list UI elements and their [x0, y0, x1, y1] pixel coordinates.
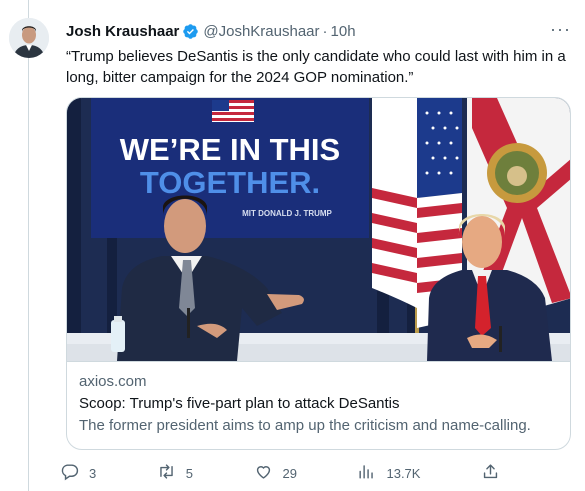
author-name[interactable]: Josh Kraushaar	[66, 23, 179, 40]
card-description: The former president aims to amp up the …	[79, 417, 531, 434]
tweet-header: Josh Kraushaar @JoshKraushaar · 10h ···	[66, 20, 571, 42]
banner-sub: MIT DONALD J. TRUMP	[242, 209, 332, 218]
retweet-icon	[157, 462, 176, 484]
retweet-button[interactable]: 5	[157, 462, 193, 484]
like-icon	[254, 462, 273, 484]
like-button[interactable]: 29	[254, 462, 297, 484]
tweet-text: “Trump believes DeSantis is the only can…	[66, 48, 566, 86]
card-image[interactable]: WE’RE IN THIS TOGETHER. MIT DONALD J. TR…	[67, 98, 570, 361]
avatar[interactable]	[9, 18, 49, 58]
card-domain: axios.com	[79, 373, 147, 390]
share-button[interactable]	[481, 462, 500, 484]
more-icon[interactable]: ···	[550, 20, 571, 38]
action-bar: 3 5 29 13.7K	[60, 460, 500, 486]
like-count: 29	[282, 465, 297, 481]
separator-dot: ·	[322, 22, 328, 40]
reply-button[interactable]: 3	[60, 462, 96, 484]
share-icon	[481, 462, 500, 484]
banner-line-2: TOGETHER.	[140, 165, 320, 200]
link-card[interactable]: WE’RE IN THIS TOGETHER. MIT DONALD J. TR…	[66, 97, 571, 450]
retweet-count: 5	[185, 465, 193, 481]
author-handle[interactable]: @JoshKraushaar	[203, 23, 319, 40]
tweet[interactable]: Josh Kraushaar @JoshKraushaar · 10h ··· …	[0, 0, 585, 491]
verified-badge-icon	[182, 23, 199, 40]
banner-line-1: WE’RE IN THIS	[120, 132, 340, 167]
views-button[interactable]: 13.7K	[357, 462, 420, 484]
reply-icon	[60, 462, 79, 484]
timestamp[interactable]: 10h	[331, 23, 356, 40]
card-headline[interactable]: Scoop: Trump's five-part plan to attack …	[79, 394, 560, 414]
views-count: 13.7K	[386, 465, 421, 481]
card-body[interactable]: axios.com Scoop: Trump's five-part plan …	[67, 361, 570, 449]
views-icon	[357, 462, 376, 484]
reply-count: 3	[89, 465, 97, 481]
